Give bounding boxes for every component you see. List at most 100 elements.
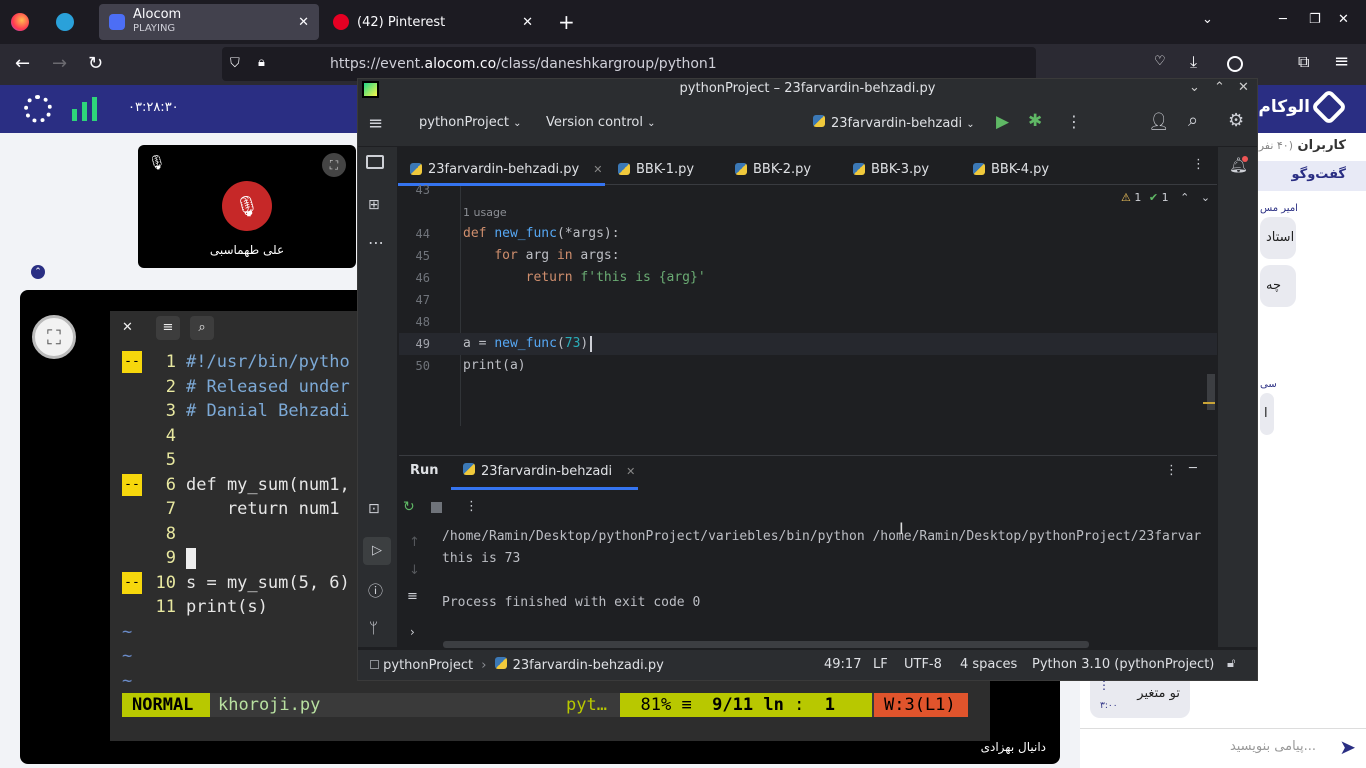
debug-icon[interactable]: ✱ bbox=[1028, 111, 1042, 131]
collapse-tile-icon[interactable]: ⌃ bbox=[31, 265, 45, 279]
rerun-icon[interactable]: ↻ bbox=[403, 499, 415, 515]
terminal-icon[interactable]: ⊡ bbox=[368, 501, 380, 517]
hide-panel-icon[interactable]: ─ bbox=[1189, 461, 1197, 476]
vim-line-text: def my_sum(num1, bbox=[186, 474, 350, 495]
close-tab-icon[interactable]: ✕ bbox=[593, 163, 602, 176]
indent-setting[interactable]: 4 spaces bbox=[960, 657, 1017, 672]
chevron-right-icon: › bbox=[481, 658, 487, 673]
close-tab-icon[interactable]: ✕ bbox=[626, 465, 635, 478]
account-icon[interactable] bbox=[1227, 56, 1243, 72]
reload-icon[interactable]: ↻ bbox=[88, 53, 103, 74]
main-menu-icon[interactable]: ≡ bbox=[368, 113, 383, 134]
code-editor[interactable] bbox=[399, 186, 1217, 426]
extension-icon[interactable]: ⧉ bbox=[1298, 52, 1309, 72]
presenter-name: دانیال بهزادی bbox=[980, 740, 1046, 754]
pycharm-titlebar: pythonProject – 23farvardin-behzadi.py ⌄… bbox=[358, 79, 1257, 101]
stop-icon[interactable] bbox=[431, 502, 442, 513]
project-dropdown[interactable]: pythonProject ⌄ bbox=[419, 115, 521, 130]
shield-icon[interactable]: ⛉ bbox=[230, 56, 240, 71]
close-icon[interactable]: ✕ bbox=[1238, 80, 1249, 95]
hamburger-icon[interactable]: ≡ bbox=[156, 316, 180, 340]
git-icon[interactable]: ᛘ bbox=[369, 619, 378, 637]
soft-wrap-icon[interactable]: ≡ bbox=[407, 589, 418, 604]
users-tab[interactable]: کاربران (۴۰ نفر) bbox=[1254, 138, 1346, 153]
more-actions-icon[interactable]: ⋮ bbox=[1066, 112, 1082, 131]
pocket-icon[interactable]: ♡ bbox=[1154, 54, 1166, 69]
settings-icon[interactable]: ⚙ bbox=[1228, 110, 1244, 131]
inspection-widget[interactable]: ⚠ 1 ✔ 1 ⌃ ⌄ bbox=[1121, 191, 1210, 204]
minimize-icon[interactable]: ─ bbox=[1279, 12, 1287, 27]
vim-line-number: 8 bbox=[165, 523, 176, 544]
add-user-icon[interactable]: 👤︎ bbox=[1148, 112, 1170, 132]
line-number: 49 bbox=[415, 337, 430, 351]
url-text[interactable]: https://event.alocom.co/class/daneshkarg… bbox=[330, 56, 717, 72]
telegram-tab-icon[interactable] bbox=[56, 13, 74, 31]
chevron-down-icon[interactable]: ⌄ bbox=[1201, 191, 1210, 204]
editor-tab[interactable]: BBK-4.py bbox=[973, 154, 1049, 184]
run-more-icon[interactable]: ⋮ bbox=[465, 499, 478, 514]
usage-hint[interactable]: 1 usage bbox=[463, 206, 507, 219]
cursor-position[interactable]: 49:17 bbox=[824, 657, 861, 672]
run-tab[interactable]: 23farvardin-behzadi ✕ bbox=[463, 463, 635, 479]
project-folder-icon[interactable] bbox=[366, 155, 384, 169]
minimize-icon[interactable]: ⌄ bbox=[1189, 80, 1200, 95]
run-icon[interactable]: ▶ bbox=[996, 112, 1009, 132]
list-tabs-icon[interactable]: ⌄ bbox=[1202, 12, 1213, 27]
vim-sign: -- bbox=[122, 351, 142, 373]
tab-pinterest[interactable]: (42) Pinterest ✕ bbox=[323, 4, 543, 40]
close-window-icon[interactable]: ✕ bbox=[1338, 12, 1349, 27]
screenshare-fullscreen-icon[interactable]: ⛶ bbox=[32, 315, 76, 359]
close-tab-icon[interactable]: ✕ bbox=[298, 15, 309, 30]
tab-alocom[interactable]: Alocom PLAYING ✕ bbox=[99, 4, 319, 40]
tab-options-icon[interactable]: ⋮ bbox=[1192, 157, 1205, 172]
settings-gear-icon[interactable] bbox=[24, 95, 52, 123]
console-line: this is 73 bbox=[442, 551, 521, 566]
fullscreen-icon[interactable]: ⛶ bbox=[322, 153, 346, 177]
structure-icon[interactable]: ⊞ bbox=[368, 197, 380, 213]
new-tab-icon[interactable]: + bbox=[558, 10, 575, 34]
editor-tab[interactable]: BBK-1.py bbox=[618, 154, 694, 184]
vim-filetype: pyt… bbox=[566, 695, 607, 715]
chevron-up-icon[interactable]: ⌃ bbox=[1180, 191, 1189, 204]
line-separator[interactable]: LF bbox=[873, 657, 888, 672]
editor-tab[interactable]: BBK-2.py bbox=[735, 154, 811, 184]
more-tools-icon[interactable]: ⋯ bbox=[368, 233, 384, 252]
firefox-icon[interactable] bbox=[11, 13, 29, 31]
python-file-icon bbox=[618, 163, 630, 175]
run-panel-header: Run 23farvardin-behzadi ✕ ⋮ ─ bbox=[399, 455, 1217, 491]
run-config-dropdown[interactable]: 23farvardin-behzadi ⌄ bbox=[813, 115, 975, 131]
vim-sign bbox=[122, 376, 142, 398]
back-icon[interactable]: ← bbox=[15, 53, 30, 74]
window-title: pythonProject – 23farvardin-behzadi.py bbox=[679, 81, 936, 96]
breadcrumb[interactable]: pythonProject › 23farvardin-behzadi.py bbox=[370, 657, 664, 673]
console-hscrollbar[interactable] bbox=[443, 641, 1089, 648]
search-icon[interactable]: ⌕ bbox=[1188, 110, 1198, 131]
run-tool-icon[interactable]: ▷ bbox=[363, 537, 391, 565]
scroll-down-icon[interactable]: ↓ bbox=[409, 563, 420, 578]
editor-tab[interactable]: BBK-3.py bbox=[853, 154, 929, 184]
search-icon[interactable]: ⌕ bbox=[190, 316, 214, 340]
forward-icon[interactable]: → bbox=[52, 53, 67, 74]
problems-icon[interactable]: ⓘ bbox=[368, 580, 383, 601]
vcs-dropdown[interactable]: Version control ⌄ bbox=[546, 115, 656, 130]
lock-icon[interactable]: 🔓︎ bbox=[1227, 656, 1235, 671]
chat-input[interactable] bbox=[1080, 728, 1366, 768]
line-number: 45 bbox=[415, 249, 430, 263]
downloads-icon[interactable]: ⤓ bbox=[1190, 52, 1197, 72]
python-interpreter[interactable]: Python 3.10 (pythonProject) bbox=[1032, 657, 1214, 672]
scrollbar-thumb[interactable] bbox=[1207, 374, 1215, 410]
restore-icon[interactable]: ❐ bbox=[1309, 12, 1321, 27]
expand-icon[interactable]: › bbox=[410, 625, 415, 639]
maximize-icon[interactable]: ⌃ bbox=[1214, 80, 1225, 95]
lock-icon[interactable]: 🔒︎ bbox=[258, 55, 265, 70]
vim-sign bbox=[122, 400, 142, 422]
close-icon[interactable]: ✕ bbox=[122, 320, 133, 335]
send-icon[interactable]: ➤ bbox=[1339, 735, 1356, 759]
scroll-up-icon[interactable]: ↑ bbox=[409, 535, 420, 550]
run-options-icon[interactable]: ⋮ bbox=[1165, 463, 1178, 478]
close-tab-icon[interactable]: ✕ bbox=[522, 15, 533, 30]
run-console[interactable]: ↻ ⋮ ↑ ↓ ≡ › bbox=[399, 491, 1217, 649]
file-encoding[interactable]: UTF-8 bbox=[904, 657, 942, 672]
editor-tab-active[interactable]: 23farvardin-behzadi.py ✕ bbox=[410, 154, 602, 184]
menu-icon[interactable]: ≡ bbox=[1334, 51, 1349, 72]
